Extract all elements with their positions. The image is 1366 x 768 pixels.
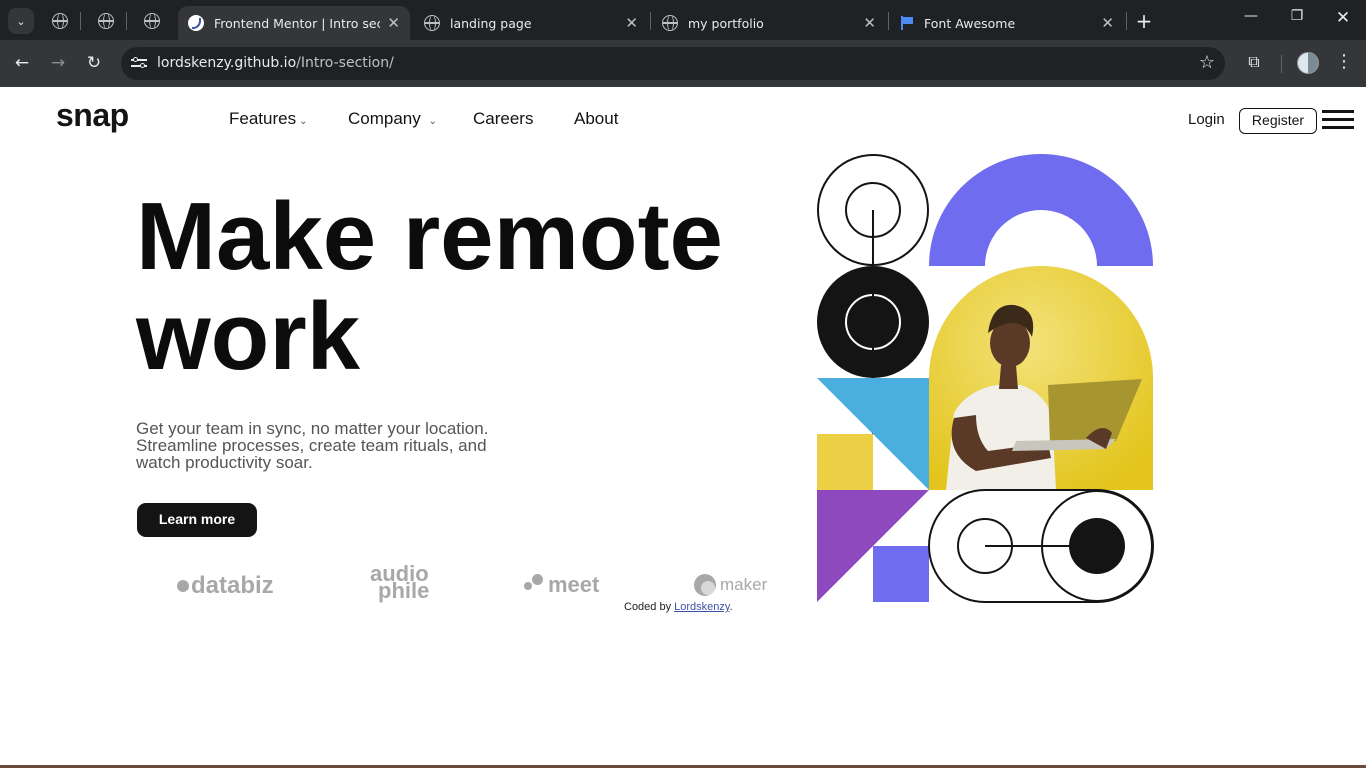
pinned-tab[interactable] [46, 8, 74, 34]
client-logo-maker: maker [694, 574, 767, 596]
back-arrow-icon[interactable]: ← [10, 51, 34, 75]
nav-company[interactable]: Company ⌄ [348, 109, 437, 129]
site-settings-icon[interactable] [131, 56, 147, 70]
browser-toolbar: ← → ↻ lordskenzy.github.io/Intro-section… [0, 40, 1366, 87]
snap-logo[interactable]: snap [56, 97, 129, 134]
pinned-tab[interactable] [92, 8, 120, 34]
audiophile-text-2: phile [378, 578, 430, 603]
meet-dots-icon [524, 574, 544, 594]
url-text[interactable]: lordskenzy.github.io/Intro-section/ [157, 55, 394, 71]
globe-icon [144, 13, 160, 29]
client-logo-meet: meet [524, 572, 599, 598]
reload-icon[interactable]: ↻ [82, 51, 106, 75]
author-link[interactable]: Lordskenzy [674, 601, 729, 613]
tab-title: Font Awesome [924, 15, 1016, 31]
maker-circle-icon [694, 574, 716, 596]
chevron-down-icon: ⌄ [299, 116, 308, 127]
attribution: Coded by Lordskenzy. [624, 601, 733, 613]
tab-separator [80, 12, 81, 30]
tab-separator [888, 12, 889, 30]
photo-arch [929, 266, 1153, 490]
tab-font-awesome[interactable]: Font Awesome ✕ [890, 6, 1124, 40]
tab-search-chevron-icon[interactable]: ⌄ [8, 8, 34, 34]
meet-text: meet [548, 572, 600, 597]
url-path: /Intro-section/ [296, 55, 394, 71]
font-awesome-flag-icon [900, 16, 914, 30]
purple-arch [929, 154, 1153, 266]
tab-title: Frontend Mentor | Intro section [214, 15, 380, 31]
frontend-mentor-favicon-icon [188, 15, 204, 31]
close-tab-icon[interactable]: ✕ [1101, 14, 1114, 32]
hero-headline: Make remote work [136, 187, 723, 387]
description-line: Streamline processes, create team ritual… [136, 436, 487, 455]
register-button[interactable]: Register [1239, 108, 1317, 134]
extensions-puzzle-icon[interactable]: ⧉ [1243, 52, 1265, 74]
hero-illustration [817, 154, 1154, 603]
client-logo-audiophile: audio phile [370, 563, 450, 603]
learn-more-button[interactable]: Learn more [137, 503, 257, 537]
browser-menu-icon[interactable]: ⋮ [1334, 51, 1354, 72]
pinned-tab[interactable] [138, 8, 166, 34]
description-line: Get your team in sync, no matter your lo… [136, 419, 489, 438]
globe-icon [52, 13, 68, 29]
nav-features-label: Features [229, 109, 297, 128]
tab-landing-page[interactable]: landing page ✕ [414, 6, 648, 40]
headline-line: work [136, 283, 361, 390]
tab-title: my portfolio [688, 15, 764, 31]
maker-text: maker [720, 575, 768, 594]
new-tab-plus-icon[interactable]: + [1133, 9, 1155, 33]
client-logo-databiz: databiz [177, 572, 274, 600]
credit-prefix: Coded by [624, 601, 675, 613]
tab-title: landing page [450, 15, 532, 31]
address-bar[interactable]: lordskenzy.github.io/Intro-section/ ☆ [121, 47, 1225, 80]
toolbar-separator [1281, 55, 1282, 73]
nav-features[interactable]: Features ⌄ [229, 109, 307, 129]
headline-line: Make remote [136, 183, 723, 290]
close-tab-icon[interactable]: ✕ [387, 14, 400, 32]
chevron-down-icon: ⌄ [428, 116, 437, 127]
bookmark-star-icon[interactable]: ☆ [1199, 52, 1215, 73]
databiz-dot-icon [177, 580, 189, 592]
tab-frontend-mentor[interactable]: Frontend Mentor | Intro section ✕ [178, 6, 410, 40]
nav-about[interactable]: About [574, 109, 618, 129]
globe-icon [98, 13, 114, 29]
pill-black-dot [1069, 518, 1125, 574]
forward-arrow-icon[interactable]: → [46, 51, 70, 75]
web-page: snap Features ⌄ Company ⌄ Careers About L… [0, 87, 1366, 768]
browser-tab-bar: ⌄ Frontend Mentor | Intro section ✕ land… [0, 0, 1366, 40]
person-neck [999, 365, 1018, 389]
close-tab-icon[interactable]: ✕ [625, 14, 638, 32]
close-tab-icon[interactable]: ✕ [863, 14, 876, 32]
minimize-icon[interactable]: — [1239, 8, 1263, 24]
tab-separator [126, 12, 127, 30]
globe-icon [424, 15, 440, 31]
globe-icon [662, 15, 678, 31]
hamburger-menu-icon[interactable] [1322, 110, 1354, 130]
window-close-icon[interactable]: ✕ [1331, 8, 1355, 28]
url-host: lordskenzy.github.io [157, 55, 297, 71]
yellow-square [817, 434, 873, 490]
tab-my-portfolio[interactable]: my portfolio ✕ [652, 6, 886, 40]
login-link[interactable]: Login [1188, 111, 1225, 128]
tab-separator [650, 12, 651, 30]
restore-icon[interactable]: ❐ [1285, 8, 1309, 24]
hero-description: Get your team in sync, no matter your lo… [136, 420, 536, 471]
nav-careers[interactable]: Careers [473, 109, 533, 129]
databiz-text: databiz [191, 572, 274, 599]
tab-separator [1126, 12, 1127, 30]
profile-avatar[interactable] [1297, 52, 1319, 74]
small-purple-square [873, 546, 929, 602]
nav-company-label: Company [348, 109, 421, 128]
credit-suffix: . [729, 601, 733, 613]
description-line: watch productivity soar. [136, 453, 313, 472]
